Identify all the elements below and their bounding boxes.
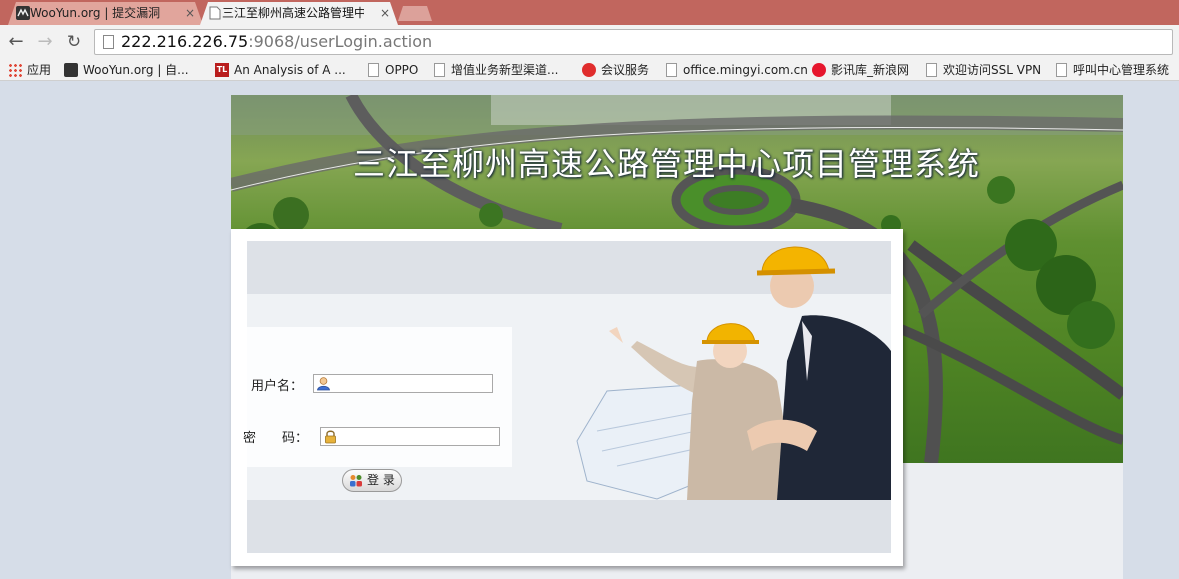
page-icon	[926, 63, 937, 77]
url-host: 222.216.226.75	[121, 32, 249, 51]
engineers-illustration	[576, 246, 891, 500]
lock-icon	[325, 430, 336, 444]
page-icon	[368, 63, 379, 77]
browser-toolbar: ← → ↻ 222.216.226.75:9068/userLogin.acti…	[0, 25, 1179, 59]
tl-logo-icon: TL	[215, 63, 229, 77]
wooyun-icon	[64, 63, 78, 77]
username-field[interactable]	[313, 374, 493, 393]
login-card-inner: 用户名： 密 码： 登 录	[243, 241, 891, 553]
password-input[interactable]	[341, 428, 497, 445]
page-icon	[434, 63, 445, 77]
bookmark-label: OPPO	[385, 63, 419, 77]
bookmark-office[interactable]: office.mingyi.com.cn	[664, 61, 808, 79]
bookmark-label: An Analysis of A ...	[234, 63, 346, 77]
bookmark-wooyun[interactable]: WooYun.org | 自...	[64, 61, 189, 79]
login-button-label: 登 录	[367, 473, 395, 487]
new-tab-button[interactable]	[398, 6, 432, 21]
page-icon	[1056, 63, 1067, 77]
bookmark-sina[interactable]: 影讯库_新浪网	[812, 61, 909, 79]
bookmark-oppo[interactable]: OPPO	[366, 61, 418, 79]
username-input[interactable]	[334, 375, 490, 392]
login-card: 用户名： 密 码： 登 录	[231, 229, 903, 566]
page-title: 三江至柳州高速公路管理中心项目管理系统	[353, 145, 981, 183]
bookmark-label: 会议服务	[601, 63, 650, 77]
bookmark-label: 应用	[27, 63, 52, 77]
url-text[interactable]: 222.216.226.75:9068/userLogin.action	[121, 31, 432, 53]
close-tab-icon[interactable]: ×	[380, 2, 390, 24]
close-tab-icon[interactable]: ×	[185, 2, 195, 24]
page-favicon-icon	[209, 6, 221, 20]
tab-label: 三江至柳州高速公路管理中心	[222, 6, 364, 20]
bookmark-meeting[interactable]: 会议服务	[582, 61, 649, 79]
reload-button[interactable]: ↻	[62, 30, 86, 54]
forward-button[interactable]: →	[33, 30, 57, 54]
bookmark-label: 呼叫中心管理系统	[1073, 63, 1170, 77]
bookmarks-bar: 应用 WooYun.org | 自... TL An Analysis of A …	[0, 59, 1179, 81]
wooyun-favicon-icon	[16, 6, 30, 20]
tab-login-page[interactable]: 三江至柳州高速公路管理中心 ×	[200, 2, 398, 25]
url-path: :9068/userLogin.action	[248, 32, 433, 51]
password-field[interactable]	[320, 427, 500, 446]
page-icon	[103, 35, 114, 49]
bookmark-label: 影讯库_新浪网	[831, 63, 910, 77]
weibo-icon	[812, 63, 826, 77]
users-icon	[350, 475, 362, 487]
login-form-panel	[247, 327, 512, 467]
bookmark-apps[interactable]: 应用	[8, 61, 51, 79]
bookmark-label: office.mingyi.com.cn	[683, 63, 808, 77]
bookmark-label: 增值业务新型渠道...	[451, 63, 559, 77]
tab-label: WooYun.org | 提交漏洞	[30, 6, 161, 20]
bookmark-label: WooYun.org | 自...	[83, 63, 189, 77]
tab-strip: WooYun.org | 提交漏洞 × 三江至柳州高速公路管理中心 ×	[0, 0, 1179, 25]
page-icon	[666, 63, 677, 77]
bookmark-label: 欢迎访问SSL VPN	[943, 63, 1042, 77]
password-label: 密 码：	[243, 431, 309, 446]
red-circle-icon	[582, 63, 596, 77]
bookmark-sslvpn[interactable]: 欢迎访问SSL VPN	[924, 61, 1041, 79]
bookmark-analysis[interactable]: TL An Analysis of A ...	[215, 61, 346, 79]
address-bar[interactable]: 222.216.226.75:9068/userLogin.action	[94, 29, 1173, 55]
bookmark-channel[interactable]: 增值业务新型渠道...	[432, 61, 558, 79]
apps-grid-icon	[8, 63, 22, 77]
back-button[interactable]: ←	[4, 30, 28, 54]
user-icon	[317, 377, 330, 391]
tab-wooyun[interactable]: WooYun.org | 提交漏洞 ×	[8, 2, 203, 25]
bookmark-callcenter[interactable]: 呼叫中心管理系统	[1054, 61, 1169, 79]
username-label: 用户名：	[251, 379, 304, 394]
page-content: 三江至柳州高速公路管理中心项目管理系统 用户名： 密 码： 登 录	[231, 95, 1123, 579]
login-button[interactable]: 登 录	[342, 469, 402, 492]
